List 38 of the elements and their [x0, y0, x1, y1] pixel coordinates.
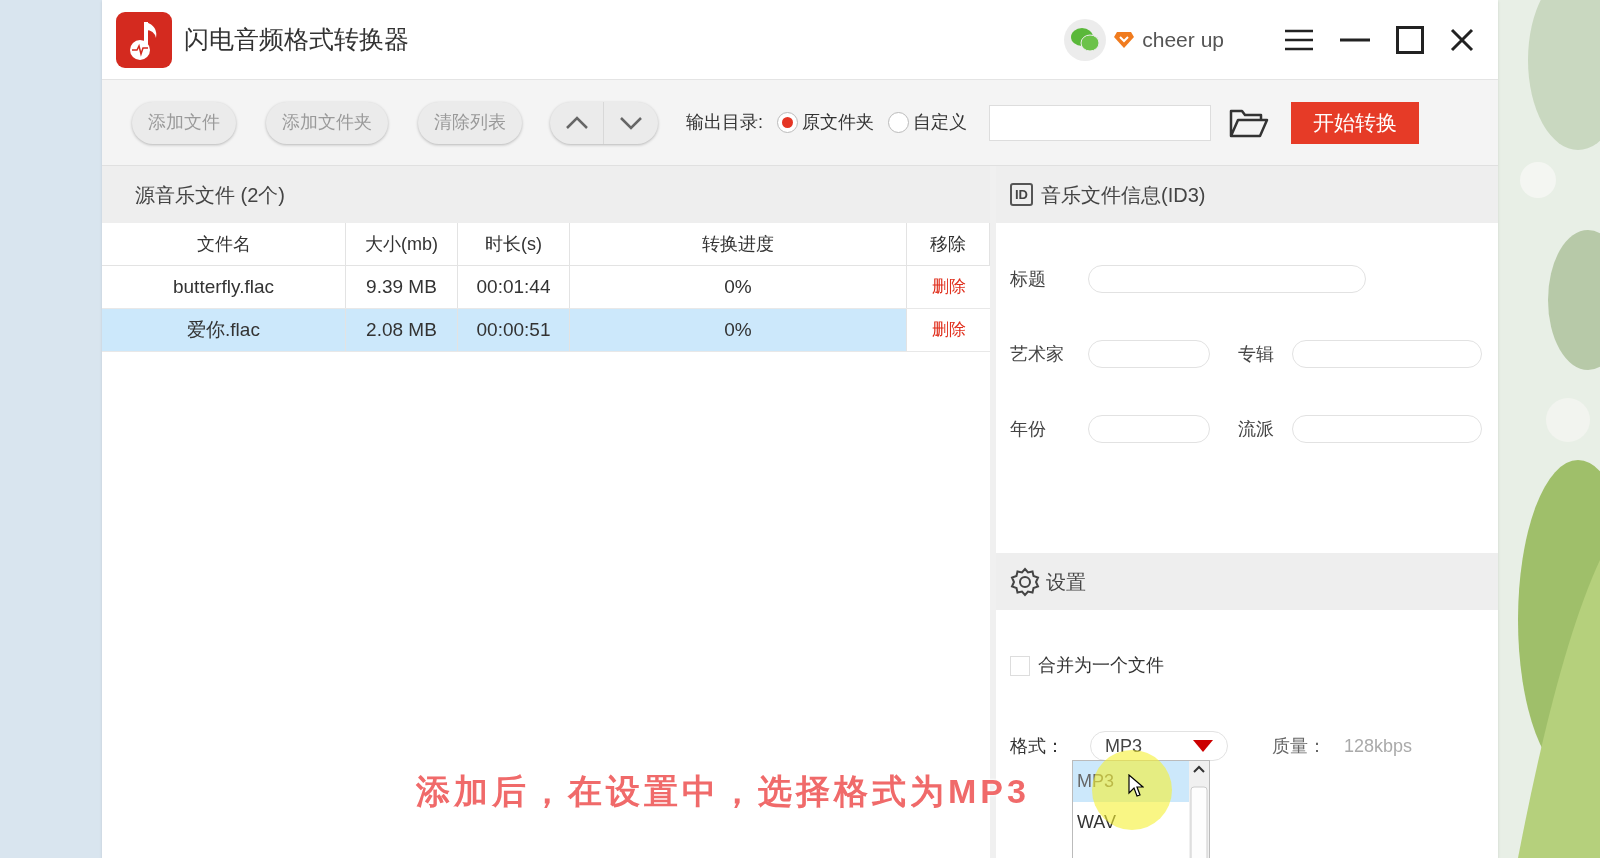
toolbar-button[interactable]: 添加文件 [132, 101, 236, 144]
field-label: 专辑 [1238, 342, 1275, 366]
toolbar-button[interactable]: 添加文件夹 [266, 101, 388, 144]
table-cell: 爱你.flac [102, 309, 346, 351]
column-header: 文件名 [102, 223, 346, 265]
username-label: cheer up [1142, 26, 1224, 53]
start-convert-button[interactable]: 开始转换 [1291, 101, 1419, 144]
window-title: 闪电音频格式转换器 [184, 23, 409, 55]
field-label: 格式： [1010, 734, 1065, 758]
column-header: 大小(mb) [346, 223, 458, 265]
output-dir-label: 输出目录: [686, 111, 763, 134]
section-title: 设置 [1046, 569, 1086, 595]
table-row[interactable]: butterfly.flac 9.39 MB 00:01:44 0% 删除 [102, 266, 990, 309]
field-label: 标题 [1010, 267, 1047, 291]
table-cell: 9.39 MB [346, 266, 458, 308]
radio-label: 自定义 [913, 111, 967, 134]
column-header: 转换进度 [570, 223, 907, 265]
field-label: 艺术家 [1010, 342, 1065, 366]
field-label: 质量： [1272, 734, 1327, 758]
table-cell: 00:01:44 [458, 266, 570, 308]
radio-label: 原文件夹 [802, 111, 874, 134]
table-cell: 00:00:51 [458, 309, 570, 351]
table-cell: butterfly.flac [102, 266, 346, 308]
table-row[interactable]: 爱你.flac 2.08 MB 00:00:51 0% 删除 [102, 309, 990, 352]
id-badge: ID [1010, 182, 1033, 207]
column-header: 时长(s) [458, 223, 570, 265]
video-caption: 添加后，在设置中，选择格式为MP3 [416, 771, 1030, 812]
checkbox-label: 合并为一个文件 [1038, 654, 1164, 677]
quality-dropdown[interactable]: 128kbps [1344, 732, 1413, 760]
section-title: 源音乐文件 (2个) [135, 182, 285, 208]
field-label: 年份 [1010, 417, 1047, 441]
column-header: 移除 [907, 223, 990, 265]
dropdown-option[interactable]: WAV [1073, 802, 1189, 843]
field-label: 流派 [1238, 417, 1275, 441]
delete-link[interactable]: 删除 [931, 274, 966, 300]
section-title: 音乐文件信息(ID3) [1041, 182, 1206, 208]
table-cell: 2.08 MB [346, 309, 458, 351]
toolbar-button[interactable]: 清除列表 [418, 101, 522, 144]
